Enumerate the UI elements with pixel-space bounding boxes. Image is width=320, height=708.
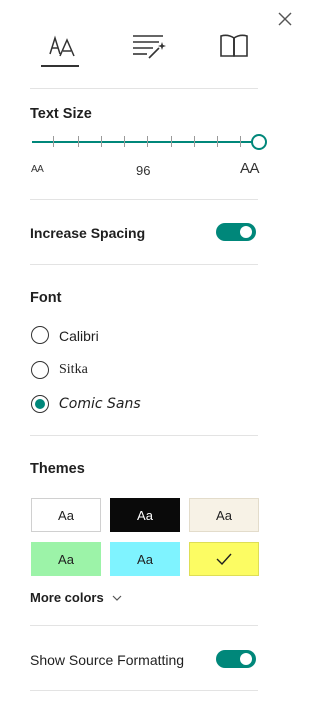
tab-grammar-tools[interactable] — [125, 26, 171, 66]
more-colors-label: More colors — [30, 590, 104, 605]
theme-swatch-white[interactable]: Aa — [31, 498, 101, 532]
slider-tick — [101, 136, 102, 147]
divider — [30, 435, 258, 436]
slider-tick — [217, 136, 218, 147]
more-colors-button[interactable]: More colors — [30, 590, 122, 605]
text-size-slider-track[interactable] — [32, 141, 252, 143]
theme-swatch-green[interactable]: Aa — [31, 542, 101, 576]
tab-text-preferences[interactable] — [40, 26, 86, 66]
font-radio-comic-sans[interactable] — [31, 395, 49, 413]
font-radio-sitka[interactable] — [31, 361, 49, 379]
divider — [30, 264, 258, 265]
font-option-comic-sans[interactable]: Comic Sans — [59, 396, 141, 412]
divider — [30, 88, 258, 89]
selected-tab-indicator — [41, 65, 79, 67]
show-source-formatting-toggle[interactable] — [216, 650, 256, 668]
font-radio-calibri[interactable] — [31, 326, 49, 344]
chevron-down-icon — [112, 595, 122, 601]
font-option-sitka[interactable]: Sitka — [59, 362, 88, 378]
larger-text-icon: AA — [240, 160, 260, 177]
increase-spacing-label: Increase Spacing — [30, 225, 146, 241]
divider — [30, 199, 258, 200]
checkmark-icon — [216, 553, 232, 565]
toggle-knob — [240, 226, 252, 238]
slider-tick — [53, 136, 54, 147]
slider-tick — [124, 136, 125, 147]
text-size-slider-thumb[interactable] — [251, 134, 267, 150]
smaller-text-icon: AA — [31, 164, 44, 175]
slider-tick — [147, 136, 148, 147]
text-size-title: Text Size — [30, 106, 92, 122]
divider — [30, 625, 258, 626]
divider — [30, 690, 258, 691]
theme-swatch-sepia[interactable]: Aa — [189, 498, 259, 532]
font-title: Font — [30, 290, 62, 306]
preferences-tabs — [0, 26, 304, 70]
radio-ring — [31, 361, 49, 379]
text-size-value: 96 — [136, 163, 151, 178]
radio-selected-dot — [35, 399, 45, 409]
theme-swatch-black[interactable]: Aa — [110, 498, 180, 532]
toggle-knob — [240, 653, 252, 665]
slider-tick — [171, 136, 172, 147]
radio-ring — [31, 326, 49, 344]
grammar-wand-icon — [133, 35, 166, 59]
theme-swatch-cyan[interactable]: Aa — [110, 542, 180, 576]
book-icon — [220, 34, 248, 57]
slider-tick — [240, 136, 241, 147]
slider-tick — [78, 136, 79, 147]
increase-spacing-toggle[interactable] — [216, 223, 256, 241]
font-option-calibri[interactable]: Calibri — [59, 328, 99, 344]
text-size-icon — [49, 35, 75, 57]
theme-swatch-yellow[interactable] — [189, 542, 259, 576]
show-source-formatting-label: Show Source Formatting — [30, 652, 185, 668]
themes-title: Themes — [30, 461, 85, 477]
slider-tick — [194, 136, 195, 147]
tab-reading-preferences[interactable] — [212, 26, 258, 66]
